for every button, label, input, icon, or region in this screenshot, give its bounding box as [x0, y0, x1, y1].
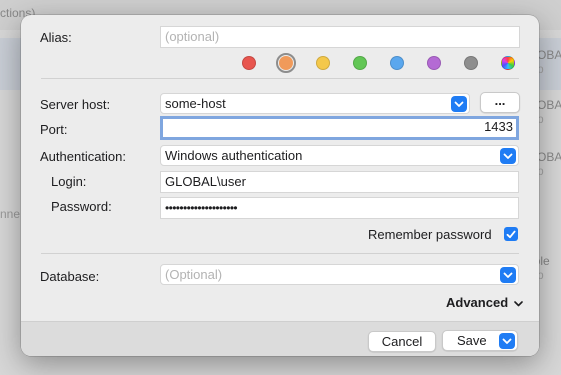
authentication-label: Authentication: [40, 149, 127, 164]
password-input[interactable]: •••••••••••••••••••• [160, 197, 519, 219]
color-swatch-orange [279, 56, 293, 70]
color-swatch-purple[interactable] [427, 56, 441, 70]
port-label: Port: [40, 122, 68, 137]
color-swatch-red[interactable] [242, 56, 256, 70]
save-options-chevron-icon[interactable] [499, 333, 515, 349]
advanced-disclosure[interactable]: Advanced [446, 295, 523, 310]
color-picker-wheel-icon[interactable] [501, 56, 515, 70]
login-input[interactable]: GLOBAL\user [160, 171, 519, 193]
remember-password-checkbox[interactable] [504, 227, 518, 241]
database-label: Database: [40, 269, 100, 284]
server-host-combobox[interactable]: some-host [160, 93, 470, 114]
separator [41, 253, 519, 254]
authentication-value: Windows authentication [165, 148, 303, 163]
browse-servers-button[interactable]: ... [480, 92, 520, 113]
checkmark-icon [506, 230, 516, 238]
color-swatch-green[interactable] [353, 56, 367, 70]
color-swatch-blue[interactable] [390, 56, 404, 70]
database-combobox[interactable]: (Optional) [160, 264, 519, 285]
alias-input[interactable]: (optional) [160, 26, 520, 48]
server-host-value: some-host [165, 96, 226, 111]
server-host-label: Server host: [40, 97, 111, 112]
color-swatch-gray[interactable] [464, 56, 478, 70]
color-swatch-yellow[interactable] [316, 56, 330, 70]
database-placeholder: (Optional) [165, 267, 223, 282]
password-label: Password: [51, 199, 112, 214]
remember-password-label: Remember password [368, 227, 492, 242]
save-button[interactable]: Save [442, 330, 518, 351]
dialog-footer: Cancel Save [21, 321, 539, 356]
chevron-down-icon[interactable] [500, 267, 516, 283]
color-swatch-orange-selected[interactable] [276, 53, 296, 73]
background-left-text: nne [0, 207, 21, 221]
alias-label: Alias: [40, 30, 72, 45]
advanced-label: Advanced [446, 295, 509, 310]
separator [41, 78, 519, 79]
port-input[interactable]: 1433 [160, 116, 519, 140]
authentication-popup[interactable]: Windows authentication [160, 145, 519, 166]
login-label: Login: [51, 174, 87, 189]
save-label: Save [457, 333, 487, 348]
chevron-down-icon[interactable] [500, 148, 516, 164]
chevron-down-icon [513, 301, 523, 307]
connection-dialog: Alias: (optional) Server host: some-host… [21, 15, 539, 356]
cancel-button[interactable]: Cancel [368, 331, 436, 352]
chevron-down-icon[interactable] [451, 96, 467, 112]
